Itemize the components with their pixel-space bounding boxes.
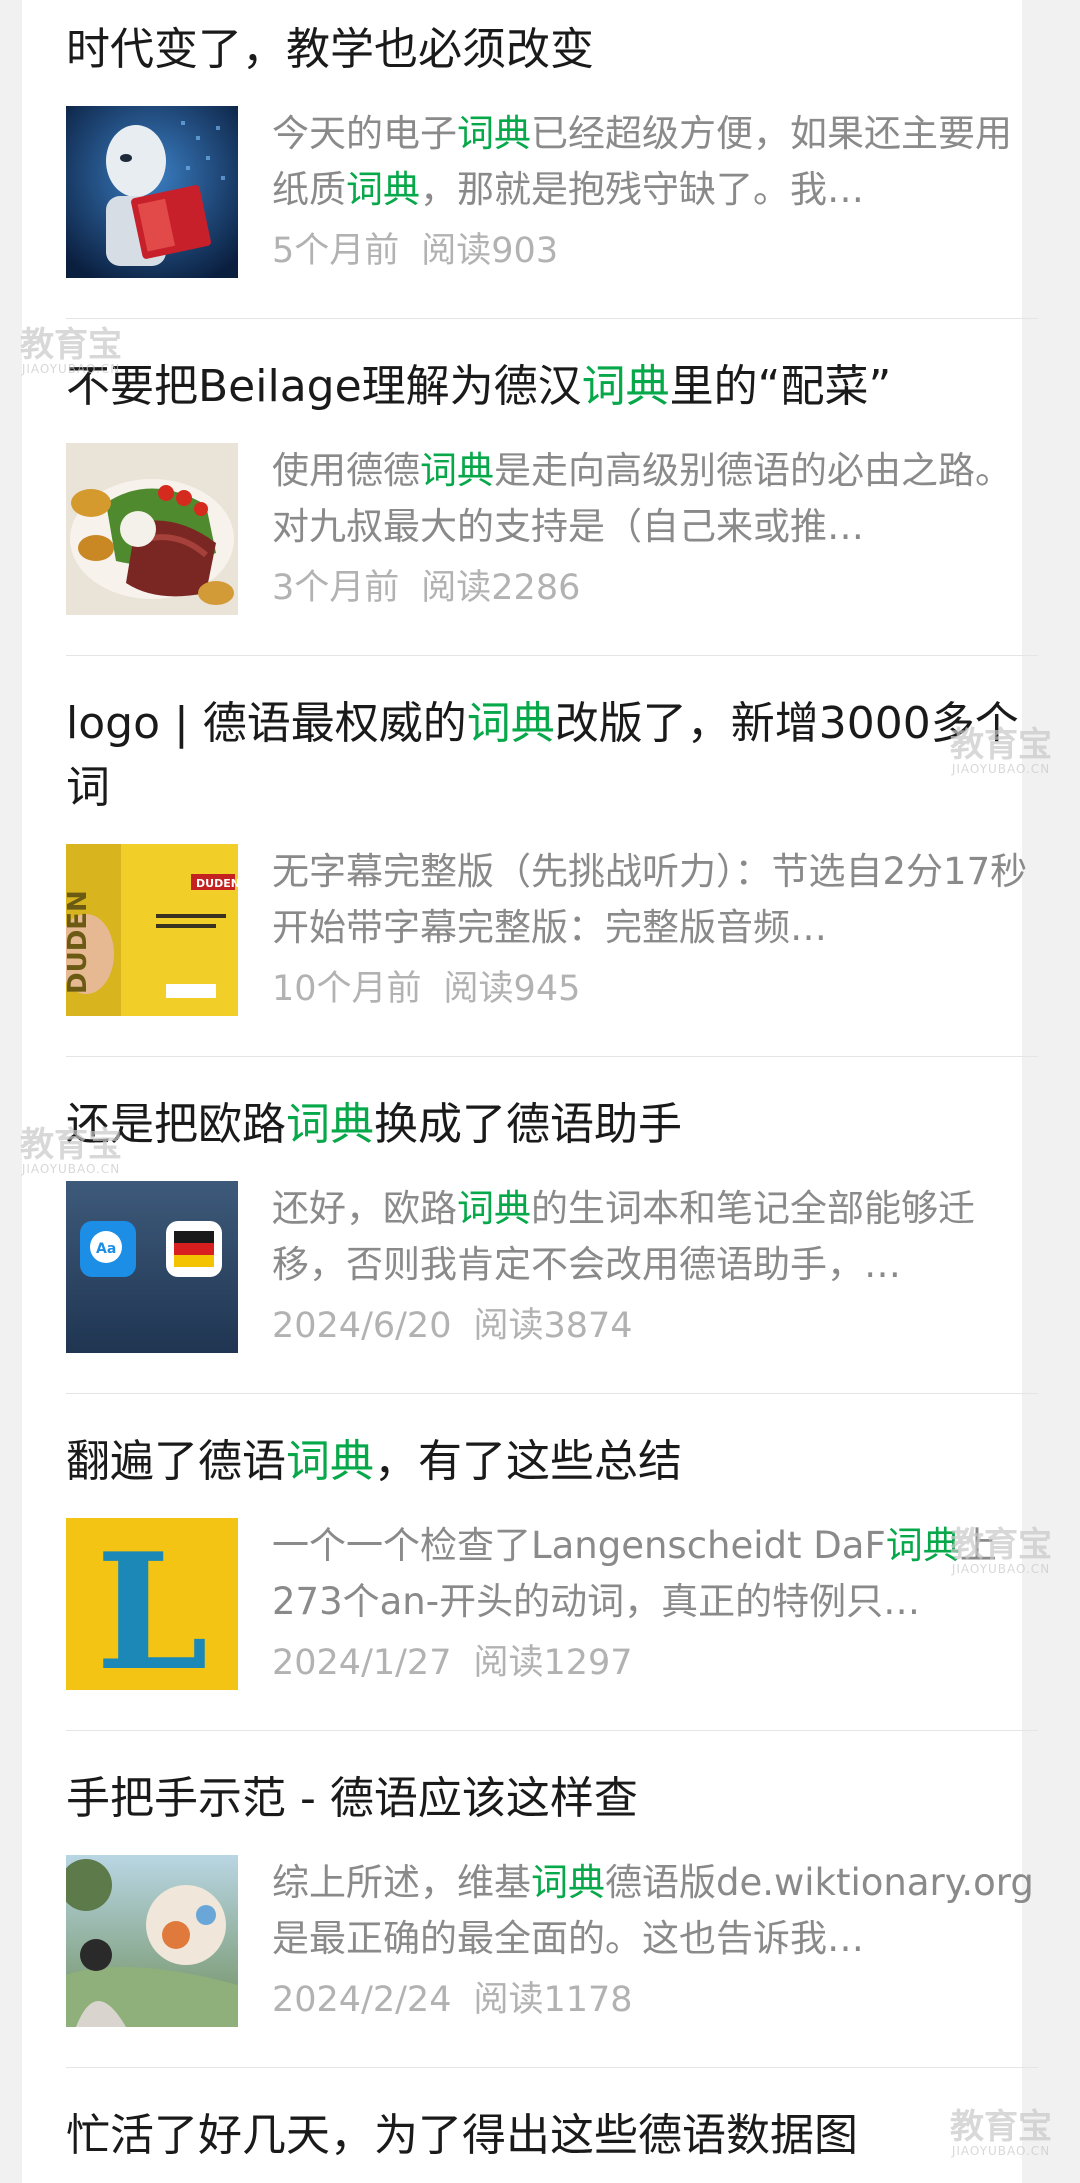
steak-salad-plate-image[interactable] [66,443,238,615]
read-count: 阅读1297 [473,1643,633,1683]
article-item[interactable]: 还是把欧路词典换成了德语助手 Aa 还好，欧路词典的生词本和笔记全部能够迁移，否… [66,1057,1038,1394]
article-item[interactable]: 忙活了好几天，为了得出这些德语数据图 [66,2068,1038,2183]
article-excerpt: 综上所述，维基词典德语版de.wiktionary.org是最正确的最全面的。这… [272,1861,1034,1960]
publish-date: 10个月前 [272,969,422,1009]
article-meta: 10个月前 阅读945 [272,964,1038,1014]
robot-reading-book-icon [66,106,238,278]
article-item[interactable]: 时代变了，教学也必须改变 今天的电子词典已经超级方便，如果还主要用纸质词典，那就… [66,0,1038,319]
article-item[interactable]: logo | 德语最权威的词典改版了，新增3000多个词 DUDEN DUDEN [66,656,1038,1057]
langenscheidt-logo-image[interactable]: L [66,1518,238,1690]
publish-date: 2024/1/27 [272,1643,452,1683]
publish-date: 3个月前 [272,568,400,608]
publish-date: 2024/2/24 [272,1980,452,2020]
robot-reading-book-image[interactable] [66,106,238,278]
article-meta: 2024/2/24 阅读1178 [272,1975,1038,2025]
article-excerpt: 使用德德词典是走向高级别德语的必由之路。对九叔最大的支持是（自己来或推… [272,449,1012,548]
article-meta: 5个月前 阅读903 [272,226,1038,276]
landscape-icon [66,1855,238,2027]
article-excerpt: 无字幕完整版（先挑战听力）：节选自2分17秒开始带字幕完整版：完整版音频… [272,850,1028,949]
article-item[interactable]: 翻遍了德语词典，有了这些总结 L 一个一个检查了Langenscheidt Da… [66,1394,1038,1731]
food-plate-icon [66,443,238,615]
langenscheidt-logo-icon: L [66,1518,238,1690]
svg-text:Aa: Aa [96,1241,116,1257]
svg-text:DUDEN: DUDEN [196,877,238,890]
article-title[interactable]: 手把手示范 - 德语应该这样查 [66,1767,1038,1831]
svg-text:DUDEN: DUDEN [66,890,93,994]
read-count: 阅读2286 [421,568,581,608]
article-meta: 2024/1/27 阅读1297 [272,1638,1038,1688]
article-title[interactable]: 还是把欧路词典换成了德语助手 [66,1093,1038,1157]
article-title[interactable]: 忙活了好几天，为了得出这些德语数据图 [66,2104,1038,2168]
article-item[interactable]: 不要把Beilage理解为德汉词典里的“配菜” 使用德德词典是走向高级别德语的必… [66,319,1038,656]
article-item[interactable]: 手把手示范 - 德语应该这样查 综上所述，维基词典德语版de.wiktionar… [66,1731,1038,2068]
publish-date: 2024/6/20 [272,1306,452,1346]
svg-text:L: L [96,1518,209,1690]
read-count: 阅读945 [443,969,581,1009]
article-title[interactable]: logo | 德语最权威的词典改版了，新增3000多个词 [66,692,1026,820]
article-excerpt: 一个一个检查了Langenscheidt DaF词典上273个an-开头的动词，… [272,1524,997,1623]
read-count: 阅读903 [421,231,559,271]
publish-date: 5个月前 [272,231,400,271]
read-count: 阅读1178 [473,1980,633,2020]
read-count: 阅读3874 [473,1306,633,1346]
article-excerpt: 还好，欧路词典的生词本和笔记全部能够迁移，否则我肯定不会改用德语助手，… [272,1187,975,1286]
article-list: 时代变了，教学也必须改变 今天的电子词典已经超级方便，如果还主要用纸质词典，那就… [22,0,1038,2183]
article-title[interactable]: 翻遍了德语词典，有了这些总结 [66,1430,1038,1494]
article-excerpt: 今天的电子词典已经超级方便，如果还主要用纸质词典，那就是抱残守缺了。我… [272,112,1012,211]
article-meta: 2024/6/20 阅读3874 [272,1301,1038,1351]
dictionary-apps-image[interactable]: Aa [66,1181,238,1353]
duden-book-image[interactable]: DUDEN DUDEN [66,844,238,1016]
book-cover-icon: DUDEN DUDEN [66,844,238,1016]
article-title[interactable]: 不要把Beilage理解为德汉词典里的“配菜” [66,355,1038,419]
article-meta: 3个月前 阅读2286 [272,563,1038,613]
app-icons-icon: Aa [66,1181,238,1353]
fantasy-landscape-image[interactable] [66,1855,238,2027]
article-title[interactable]: 时代变了，教学也必须改变 [66,18,1038,82]
